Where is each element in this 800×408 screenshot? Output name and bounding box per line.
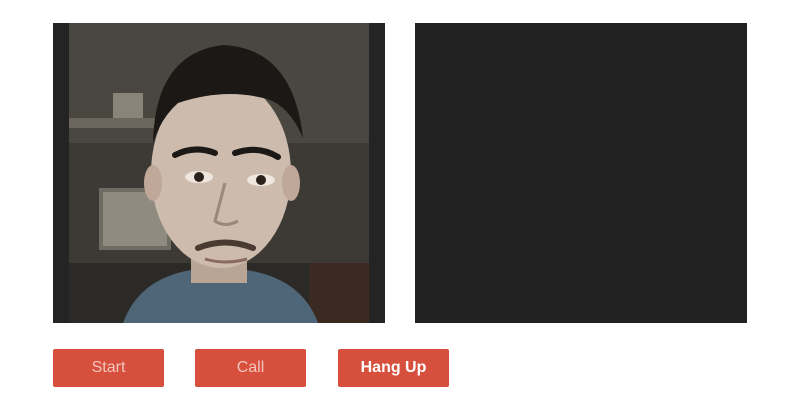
webcam-person-icon [53, 23, 385, 323]
start-button[interactable]: Start [53, 349, 164, 387]
call-button[interactable]: Call [195, 349, 306, 387]
remote-video [415, 23, 747, 323]
local-video [53, 23, 385, 323]
webrtc-demo: Start Call Hang Up [0, 0, 800, 408]
hang-up-button[interactable]: Hang Up [338, 349, 449, 387]
